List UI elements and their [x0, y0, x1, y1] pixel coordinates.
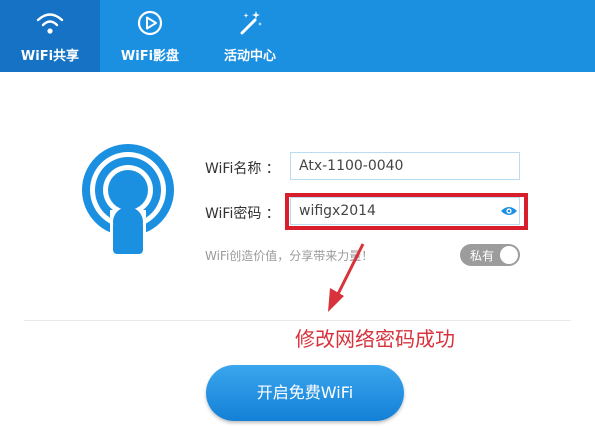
tab-label: 活动中心	[223, 49, 276, 64]
wifi-password-label: WiFi密码 ：	[205, 206, 280, 222]
tab-label: WiFi共享	[20, 49, 80, 64]
tab-wifi-disk[interactable]: WiFi影盘	[100, 0, 200, 72]
tab-wifi-share[interactable]: WiFi共享	[0, 0, 100, 72]
wifi-name-input[interactable]: Atx-1100-0040	[290, 152, 520, 180]
private-toggle-label: 私有	[470, 249, 495, 263]
wifi-name-label: WiFi名称 ：	[205, 161, 280, 177]
wifi-logo-icon	[82, 144, 174, 254]
tab-activity-center[interactable]: 活动中心	[200, 0, 300, 72]
tab-label: WiFi影盘	[120, 49, 180, 64]
password-highlight-box	[285, 193, 528, 230]
annotation-arrow-icon	[328, 243, 365, 312]
magic-wand-icon	[240, 11, 262, 35]
wifi-icon	[36, 13, 64, 34]
start-free-wifi-button[interactable]: 开启免费WiFi	[206, 365, 404, 421]
divider	[24, 320, 571, 321]
annotation-text: 修改网络密码成功	[295, 327, 455, 351]
play-circle-icon	[137, 10, 163, 36]
top-nav-bar: WiFi共享 WiFi影盘 活动中心	[0, 0, 595, 72]
toggle-knob	[500, 246, 518, 264]
eye-icon[interactable]	[500, 205, 518, 217]
private-toggle[interactable]: 私有	[460, 244, 520, 266]
